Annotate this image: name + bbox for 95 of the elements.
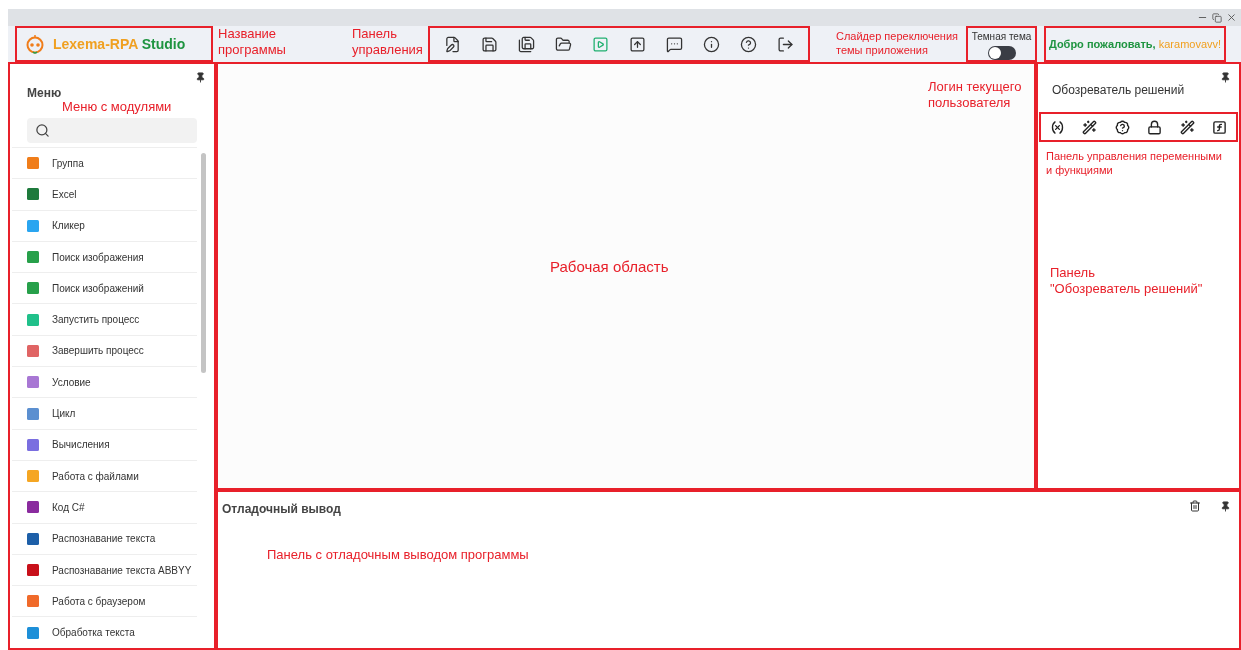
logout-icon[interactable] bbox=[777, 35, 794, 53]
menu-item-label: Код C# bbox=[52, 500, 85, 515]
menu-item-label: Запустить процесс bbox=[52, 313, 140, 328]
theme-toggle[interactable] bbox=[987, 45, 1016, 60]
annotation-text: управления bbox=[352, 42, 423, 59]
theme-label: Темная тема bbox=[971, 29, 1032, 44]
menu-item-label: Поиск изображения bbox=[52, 250, 144, 265]
menu-item-label: Работа с браузером bbox=[52, 594, 146, 609]
menu-item[interactable]: Код C# bbox=[12, 491, 197, 523]
menu-item[interactable]: Поиск изображений bbox=[12, 272, 197, 304]
module-icon bbox=[26, 531, 40, 546]
delete-icon[interactable] bbox=[1189, 500, 1201, 512]
annotation-text: и функциями bbox=[1046, 163, 1114, 178]
folder-icon[interactable] bbox=[555, 35, 572, 53]
question-icon[interactable] bbox=[1114, 119, 1130, 135]
chat-icon[interactable] bbox=[666, 35, 683, 53]
module-icon bbox=[26, 594, 40, 609]
annotation-text: Рабочая область bbox=[550, 258, 669, 277]
wand-icon[interactable] bbox=[1179, 119, 1195, 135]
menu-item[interactable]: Обработка текста bbox=[12, 616, 197, 648]
upload-icon[interactable] bbox=[629, 35, 646, 53]
menu-item[interactable]: Работа с файлами bbox=[12, 459, 197, 492]
search-field[interactable] bbox=[27, 118, 197, 143]
module-icon bbox=[26, 218, 40, 233]
menu-item[interactable]: Группа bbox=[12, 147, 197, 179]
menu-item[interactable]: Excel bbox=[12, 178, 197, 210]
menu-item-label: Кликер bbox=[52, 219, 85, 234]
save-all-icon[interactable] bbox=[518, 35, 535, 53]
annotation-text: Логин текущего bbox=[928, 79, 1022, 96]
panel-title: Обозреватель решений bbox=[1052, 82, 1186, 99]
menu-item[interactable]: Кликер bbox=[12, 209, 197, 241]
module-icon bbox=[26, 250, 40, 265]
close-icon[interactable] bbox=[1226, 12, 1237, 23]
annotation-text: Панель с отладочным выводом программы bbox=[267, 547, 529, 564]
module-icon bbox=[26, 625, 40, 640]
annotation-text: Панель управления переменными bbox=[1046, 150, 1222, 164]
menu-item-label: Цикл bbox=[52, 407, 76, 421]
menu-item[interactable]: Поиск изображения bbox=[12, 240, 197, 273]
module-icon bbox=[26, 375, 40, 390]
menu-title: Меню bbox=[27, 85, 63, 102]
menu-item-label: Группа bbox=[52, 156, 84, 171]
menu-item-label: Работа с файлами bbox=[52, 469, 139, 484]
wand-icon[interactable] bbox=[1082, 119, 1098, 135]
annotation-text: Панель bbox=[1050, 265, 1096, 282]
menu-item-label: Условие bbox=[52, 375, 91, 390]
annotation-text: "Обозреватель решений" bbox=[1050, 281, 1203, 298]
annotation-text: пользователя bbox=[928, 95, 1012, 112]
panel-title: Отладочный вывод bbox=[222, 501, 341, 518]
save-icon[interactable] bbox=[481, 35, 498, 53]
function-icon[interactable] bbox=[1212, 119, 1228, 135]
annotation-text: Панель bbox=[352, 26, 398, 43]
menu-item[interactable]: Завершить процесс bbox=[12, 334, 197, 367]
scrollbar[interactable] bbox=[201, 153, 206, 373]
annotation-text: Слайдер переключения bbox=[836, 30, 959, 44]
module-icon bbox=[26, 500, 40, 515]
pin-icon[interactable] bbox=[195, 72, 206, 83]
pin-icon[interactable] bbox=[1220, 72, 1231, 83]
robot-logo-icon bbox=[25, 34, 45, 54]
module-icon bbox=[26, 281, 40, 296]
annotation-text: темы приложения bbox=[836, 43, 929, 58]
new-file-icon[interactable] bbox=[444, 35, 461, 53]
module-icon bbox=[26, 343, 40, 358]
module-icon bbox=[26, 156, 40, 171]
menu-item[interactable]: Распознавание текста ABBYY bbox=[12, 553, 197, 586]
search-icon bbox=[35, 123, 50, 138]
module-icon bbox=[26, 469, 40, 484]
annotation-text: Меню с модулями bbox=[62, 99, 172, 116]
restore-icon[interactable] bbox=[1212, 12, 1222, 23]
help-icon[interactable] bbox=[740, 35, 757, 53]
welcome-text: Добро пожаловать, karamovavv! bbox=[1048, 36, 1222, 52]
pin-icon[interactable] bbox=[1220, 501, 1231, 512]
module-icon bbox=[26, 437, 40, 452]
menu-item[interactable]: Запустить процесс bbox=[12, 303, 197, 335]
menu-item-label: Вычисления bbox=[52, 438, 110, 453]
app-name: Lexema-RPA Studio bbox=[53, 34, 186, 54]
lock-icon[interactable] bbox=[1147, 119, 1163, 135]
menu-item-label: Excel bbox=[52, 187, 77, 202]
menu-item[interactable]: Условие bbox=[12, 366, 197, 398]
menu-item[interactable]: Работа с браузером bbox=[12, 585, 197, 617]
menu-item-label: Поиск изображений bbox=[52, 281, 144, 296]
menu-item-label: Распознавание текста ABBYY bbox=[52, 563, 192, 578]
menu-item-label: Распознавание текста bbox=[52, 532, 156, 547]
annotation-text: Название bbox=[218, 26, 278, 43]
menu-item[interactable]: Вычисления bbox=[12, 428, 197, 460]
module-icon bbox=[26, 563, 40, 577]
menu-item[interactable]: Цикл bbox=[12, 397, 197, 429]
module-icon bbox=[26, 406, 40, 421]
menu-item-label: Завершить процесс bbox=[52, 344, 144, 359]
menu-item-label: Обработка текста bbox=[52, 626, 135, 641]
annotation-text: программы bbox=[218, 42, 286, 59]
menu-item[interactable]: Распознавание текста bbox=[12, 522, 197, 554]
module-icon bbox=[26, 187, 40, 202]
variable-icon[interactable] bbox=[1049, 119, 1065, 135]
module-icon bbox=[26, 312, 40, 327]
info-icon[interactable] bbox=[703, 35, 720, 53]
